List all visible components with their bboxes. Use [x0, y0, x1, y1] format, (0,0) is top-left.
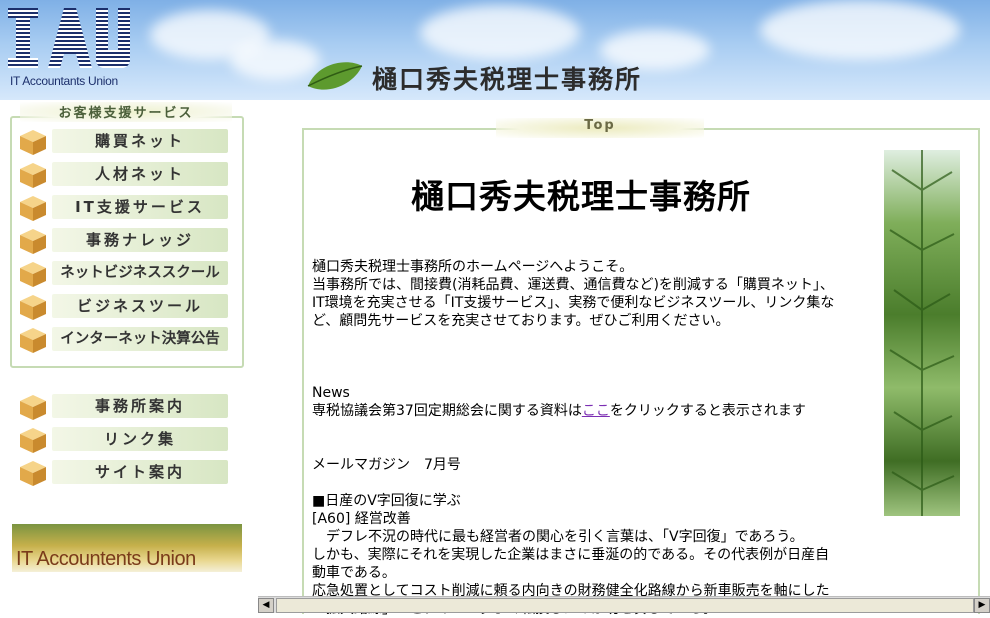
article-line: しかも、実際にそれを実現した企業はまさに垂涎の的である。その代表例が日産自: [312, 547, 830, 563]
tab-top: Top: [496, 118, 704, 138]
banner-label: IT Accountents Union: [16, 548, 196, 570]
welcome-line: 樋口秀夫税理士事務所のホームページへようこそ。: [312, 259, 634, 275]
service-heading: お客様支援サービス: [20, 102, 232, 122]
box-icon: [18, 393, 48, 421]
service-menu-item-label[interactable]: 事務ナレッジ: [52, 228, 228, 252]
service-menu-item-label[interactable]: IT支援サービス: [52, 195, 228, 219]
service-menu-item[interactable]: ネットビジネススクール: [18, 259, 232, 287]
main-content: 樋口秀夫税理士事務所のホームページへようこそ。 当事務所では、間接費(消耗品費、…: [312, 258, 872, 618]
service-menu-item-label[interactable]: 購買ネット: [52, 129, 228, 153]
service-menu-item[interactable]: ビジネスツール: [18, 292, 232, 320]
logo-caption: IT Accountants Union: [10, 74, 118, 88]
info-menu-item-label[interactable]: 事務所案内: [52, 394, 228, 418]
horizontal-scrollbar[interactable]: ◀ ▶: [258, 596, 990, 613]
info-menu-item-label[interactable]: リンク集: [52, 427, 228, 451]
article-heading: ■日産のV字回復に学ぶ: [312, 493, 461, 509]
welcome-line: 当事務所では、間接費(消耗品費、運送費、通信費など)を削減する「購買ネット」、: [312, 277, 834, 293]
service-menu-item-label[interactable]: 人材ネット: [52, 162, 228, 186]
scroll-right-icon[interactable]: ▶: [974, 598, 990, 613]
fern-image: [884, 150, 960, 516]
scrollbar-thumb[interactable]: [276, 598, 974, 613]
header-banner: IT Accountants Union 樋口秀夫税理士事務所: [0, 0, 990, 100]
box-icon: [18, 194, 48, 222]
office-name: 樋口秀夫税理士事務所: [372, 65, 643, 94]
box-icon: [18, 293, 48, 321]
info-menu-item[interactable]: 事務所案内: [18, 392, 232, 420]
site-logo[interactable]: IT Accountants Union: [4, 4, 132, 96]
service-menu-item[interactable]: 購買ネット: [18, 127, 232, 155]
service-menu-item[interactable]: 事務ナレッジ: [18, 226, 232, 254]
welcome-line: ど、顧問先サービスを充実させております。ぜひご利用ください。: [312, 313, 730, 329]
box-icon: [18, 161, 48, 189]
iau-banner[interactable]: IT Accountents Union: [12, 524, 242, 572]
article-line: デフレ不況の時代に最も経営者の関心を引く言葉は、「V字回復」であろう。: [312, 529, 804, 545]
magazine-title: メールマガジン 7月号: [312, 457, 461, 473]
welcome-line: IT環境を充実させる「IT支援サービス」、実務で便利なビジネスツール、リンク集な: [312, 295, 835, 311]
news-link[interactable]: ここ: [582, 403, 610, 419]
box-icon: [18, 128, 48, 156]
service-menu-item[interactable]: IT支援サービス: [18, 193, 232, 221]
news-label: News: [312, 385, 350, 401]
box-icon: [18, 426, 48, 454]
service-menu-item[interactable]: 人材ネット: [18, 160, 232, 188]
article-line: 動車である。: [312, 565, 396, 581]
box-icon: [18, 459, 48, 487]
box-icon: [18, 260, 48, 288]
iau-logo-icon: [8, 8, 130, 68]
service-menu-item-label[interactable]: ビジネスツール: [52, 294, 228, 318]
scroll-left-icon[interactable]: ◀: [258, 598, 274, 613]
news-text-after: をクリックすると表示されます: [609, 403, 806, 419]
service-menu-item-label[interactable]: インターネット決算公告: [52, 327, 228, 351]
box-icon: [18, 227, 48, 255]
service-menu-item-label[interactable]: ネットビジネススクール: [52, 261, 228, 285]
page-title: 樋口秀夫税理士事務所: [411, 177, 751, 216]
service-menu-item[interactable]: インターネット決算公告: [18, 325, 232, 353]
article-code: [A60] 経営改善: [312, 511, 411, 527]
info-menu-item[interactable]: リンク集: [18, 425, 232, 453]
news-text-before: 専税協議会第37回定期総会に関する資料は: [312, 403, 582, 419]
news-line: 専税協議会第37回定期総会に関する資料はここをクリックすると表示されます: [312, 402, 872, 420]
leaf-icon: [307, 62, 363, 90]
box-icon: [18, 326, 48, 354]
info-menu-item-label[interactable]: サイト案内: [52, 460, 228, 484]
info-menu-item[interactable]: サイト案内: [18, 458, 232, 486]
